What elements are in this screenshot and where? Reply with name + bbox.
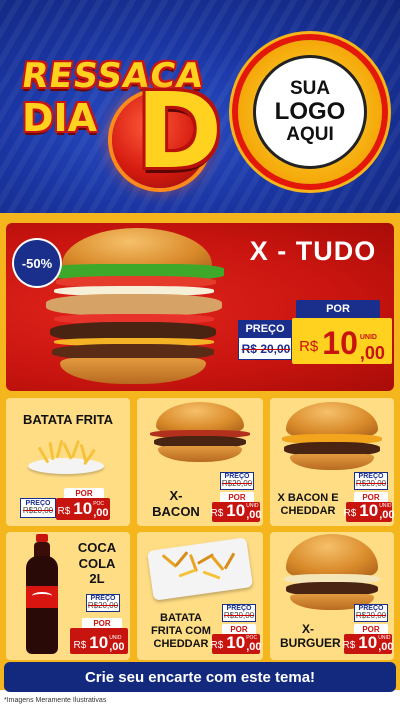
- price-cents: ,00: [379, 509, 395, 521]
- price-int: 10: [73, 499, 93, 518]
- fries-image: [147, 536, 253, 601]
- currency: R$: [210, 508, 224, 519]
- currency: R$: [57, 506, 71, 517]
- price-int: 10: [226, 501, 246, 520]
- was-price-tag: PREÇO R$20,00: [220, 472, 254, 490]
- product-name: X-BURGUER: [280, 622, 341, 651]
- price-cents: ,00: [246, 509, 262, 521]
- logo-line-2: LOGO: [274, 98, 346, 126]
- now-price: R$ 10 UNID ,00: [343, 501, 395, 522]
- was-price: R$20,00: [87, 601, 119, 611]
- discount-badge: -50%: [14, 240, 60, 286]
- was-price: R$20,00: [223, 611, 255, 621]
- burger-image: [40, 228, 224, 388]
- logo-placeholder[interactable]: SUA LOGO AQUI: [253, 55, 367, 169]
- price-int: 10: [226, 633, 246, 652]
- featured-price-int: 10: [322, 325, 358, 361]
- currency: R$: [210, 640, 224, 651]
- soda-bottle-image: [22, 534, 62, 656]
- price-cents: ,00: [246, 641, 262, 653]
- was-price-tag: PREÇO R$20,00: [86, 594, 120, 612]
- was-price: R$20,00: [22, 506, 54, 516]
- was-price: R$20,00: [355, 611, 387, 621]
- logo-line-3: AQUI: [286, 123, 334, 145]
- price-cents: ,00: [109, 641, 125, 653]
- fries-image: [28, 436, 104, 476]
- burger-image: [150, 402, 250, 464]
- featured-price-cents: ,00: [359, 343, 385, 363]
- price-int: 10: [359, 501, 379, 520]
- featured-was-label: PREÇO: [238, 320, 292, 338]
- now-price: R$ 10 UNID ,00: [342, 633, 394, 654]
- currency: R$: [73, 640, 87, 651]
- now-price: R$ 10 UNID ,00: [210, 501, 262, 522]
- create-flyer-button[interactable]: Crie seu encarte com este tema!: [4, 662, 396, 692]
- featured-was-price: R$ 20,00: [241, 342, 291, 356]
- product-name: COCA COLA 2L: [77, 540, 117, 587]
- currency: R$: [343, 508, 357, 519]
- price-int: 10: [89, 633, 109, 652]
- now-label: POR: [82, 618, 122, 628]
- featured-title: X - TUDO: [249, 236, 377, 266]
- was-price-tag: PREÇO R$20,00: [20, 498, 56, 518]
- burger-image: [280, 402, 384, 472]
- product-name: X BACON E CHEDDAR: [277, 492, 339, 518]
- title-d-letter: D: [136, 70, 223, 192]
- product-name: X-BACON: [152, 488, 200, 519]
- was-price: R$20,00: [221, 479, 253, 489]
- price-cents: ,00: [93, 507, 109, 519]
- currency: R$: [342, 640, 356, 651]
- now-price: R$ 10 POC ,00: [56, 498, 110, 520]
- was-price-tag: PREÇO R$20,00: [354, 472, 388, 490]
- featured-currency: R$: [299, 338, 319, 355]
- now-price: R$ 10 UNID ,00: [70, 628, 128, 654]
- featured-now-label: POR: [296, 300, 380, 318]
- logo-line-1: SUA: [289, 78, 331, 100]
- price-int: 10: [358, 633, 378, 652]
- now-label: POR: [64, 488, 104, 498]
- featured-unit: UNID: [359, 334, 377, 341]
- featured-now-price: R$ 10 UNID ,00: [292, 318, 392, 364]
- price-cents: ,00: [378, 641, 394, 653]
- now-price: R$ 10 POC ,00: [210, 633, 262, 654]
- was-price-tag: PREÇO R$20,00: [222, 604, 256, 622]
- disclaimer-text: *Imagens Meramente Ilustrativas: [4, 697, 107, 704]
- burger-image: [282, 534, 382, 612]
- product-name: BATATA FRITA: [22, 412, 113, 427]
- was-price: R$20,00: [355, 479, 387, 489]
- product-name: BATATA FRITA COM CHEDDAR: [151, 612, 211, 651]
- was-price-tag: PREÇO R$20,00: [354, 604, 388, 622]
